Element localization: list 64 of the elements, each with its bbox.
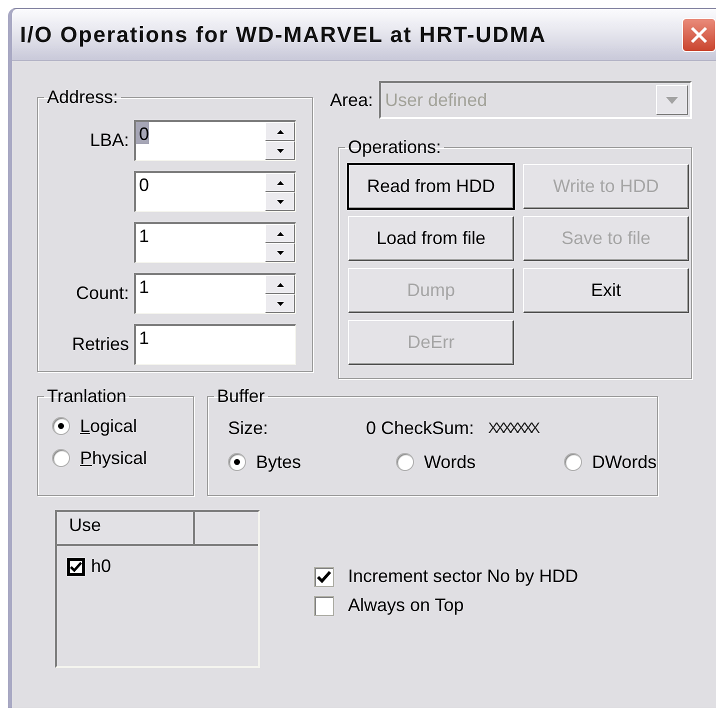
spin-up-button[interactable] xyxy=(265,224,295,243)
operation-button[interactable]: Load from file xyxy=(348,216,514,261)
radio-button[interactable] xyxy=(52,449,70,467)
group-title: Address: xyxy=(46,87,120,108)
close-button[interactable] xyxy=(682,18,716,52)
down-arrow-icon xyxy=(276,200,284,204)
down-arrow-icon xyxy=(276,250,284,254)
operation-button[interactable]: Exit xyxy=(523,268,689,313)
field-label: Area: xyxy=(330,90,374,110)
size-value: 0 xyxy=(366,418,376,438)
spin-down-button[interactable] xyxy=(265,243,295,262)
window-title: I/O Operations for WD-MARVEL at HRT-UDMA xyxy=(20,22,546,48)
radio-label[interactable]: Physical xyxy=(80,448,148,468)
checkbox[interactable] xyxy=(314,566,334,586)
spin-field[interactable]: 1 xyxy=(134,222,296,263)
group-title: Operations: xyxy=(347,137,442,158)
spin-up-button[interactable] xyxy=(265,122,295,141)
up-arrow-icon xyxy=(276,130,284,134)
checksum-value: XXXXXXX xyxy=(488,420,538,436)
checkbox[interactable] xyxy=(314,596,334,616)
spin-field[interactable]: 0 xyxy=(134,171,296,212)
dropdown-value: User defined xyxy=(385,90,488,110)
radio-label[interactable]: Words xyxy=(424,452,476,472)
radio-button[interactable] xyxy=(564,453,582,471)
checkbox-label[interactable]: Increment sector No by HDD xyxy=(348,566,578,587)
group-title: Tranlation xyxy=(46,386,128,407)
spin-field[interactable]: 1 xyxy=(134,273,296,314)
field-label: LBA: xyxy=(88,130,129,151)
close-icon xyxy=(689,24,709,44)
down-arrow-icon xyxy=(276,302,284,306)
operation-button[interactable]: Read from HDD xyxy=(348,164,514,209)
field-value: 1 xyxy=(138,276,150,297)
spin-up-button[interactable] xyxy=(265,275,295,294)
checkbox[interactable] xyxy=(67,558,85,576)
up-arrow-icon xyxy=(276,180,284,184)
radio-label[interactable]: Logical xyxy=(80,416,138,436)
field-label: Retries xyxy=(70,334,129,355)
caret-icon xyxy=(666,96,678,104)
field-value: 0 xyxy=(138,174,150,195)
radio-label[interactable]: DWords xyxy=(592,452,657,472)
input-field[interactable]: 1 xyxy=(134,324,296,365)
check-icon xyxy=(70,560,82,572)
field-label: Count: xyxy=(74,283,129,304)
spin-down-button[interactable] xyxy=(265,192,295,211)
field-value: 1 xyxy=(138,327,150,348)
down-arrow-icon xyxy=(276,148,284,152)
field-value: 0 xyxy=(136,122,150,144)
radio-button[interactable] xyxy=(228,453,246,471)
field-value: 1 xyxy=(138,225,150,246)
size-label: Size: xyxy=(228,418,270,438)
check-icon xyxy=(317,570,331,582)
spin-field[interactable]: 0 xyxy=(134,120,296,161)
spin-down-button[interactable] xyxy=(265,141,295,160)
up-arrow-icon xyxy=(276,232,284,236)
up-arrow-icon xyxy=(276,282,284,286)
spin-up-button[interactable] xyxy=(265,173,295,192)
checkbox-label[interactable]: Always on Top xyxy=(348,595,464,616)
radio-button[interactable] xyxy=(52,417,70,435)
list-item[interactable]: h0 xyxy=(91,556,112,577)
radio-button[interactable] xyxy=(396,453,414,471)
spin-down-button[interactable] xyxy=(265,294,295,313)
group-title: Buffer xyxy=(216,386,266,407)
checksum-label: CheckSum: xyxy=(381,418,474,438)
radio-label[interactable]: Bytes xyxy=(256,452,302,472)
